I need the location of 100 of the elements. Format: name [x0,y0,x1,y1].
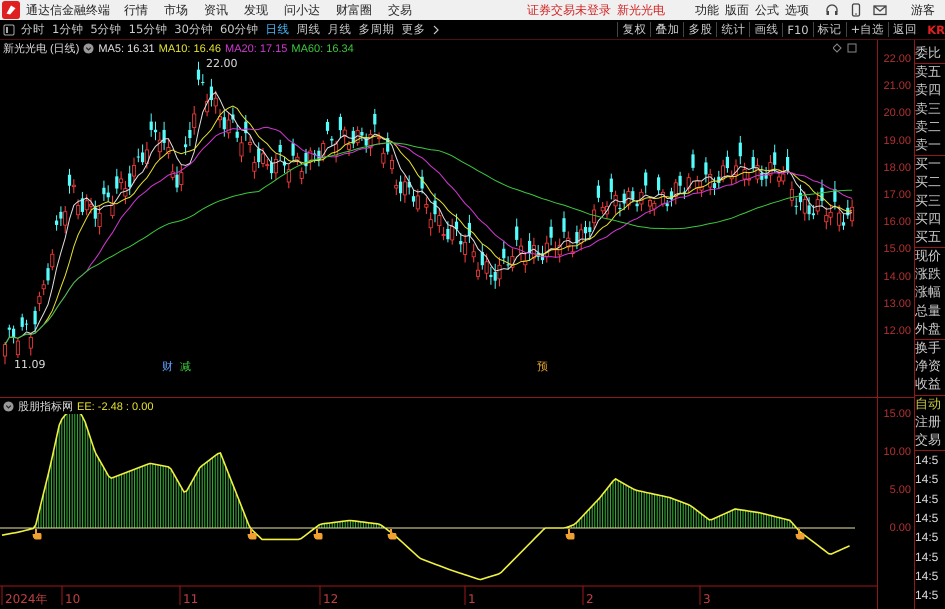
period-tab[interactable]: 多周期 [358,22,395,37]
hand-pointer-icon [565,528,575,540]
trade-time: 14:5 [915,568,940,585]
trade-time: 14:5 [915,490,940,508]
quote-field-label: 涨幅 [915,284,942,302]
quote-field-label: 买三 [915,192,942,210]
hand-pointer-icon [313,528,323,540]
hand-pointer-icon [32,528,42,540]
price-axis-label: 17.00 [883,188,912,202]
event-marker[interactable]: 预 [537,359,548,374]
ma-legend: MA10: 16.46 [158,42,222,54]
trade-time: 14:5 [915,452,940,470]
indicator-axis-label: 15.00 [883,407,912,421]
toolbar-button[interactable]: 返回 [888,22,922,37]
menu-item[interactable]: 行情 [124,2,148,18]
chart-title: 新光光电 (日线) [3,42,80,56]
indicator-axis-label: 0.00 [890,521,912,535]
more-menu[interactable]: 更多 [402,22,426,37]
period-tab[interactable]: 15分钟 [128,22,168,37]
period-tab[interactable]: 30分钟 [174,22,213,37]
quote-field-label[interactable]: 自动 [915,396,945,414]
hand-pointer-icon [247,528,257,540]
price-axis-label: 15.00 [883,242,912,256]
price-axis-label: 19.00 [883,134,912,148]
quote-field-label: 卖二 [915,118,942,137]
period-tab[interactable]: 5分钟 [90,22,122,37]
low-price-label: 11.09 [14,358,46,371]
toolbar-button[interactable]: 画线 [749,22,782,37]
price-axis-label: 18.00 [883,160,912,175]
indicator-name: 股朋指标网 [18,400,73,414]
mail-icon[interactable] [873,3,887,17]
menu-item[interactable]: 财富圈 [336,2,372,18]
quote-field-label: 买二 [915,174,942,192]
quote-field-label: 注册 [915,414,942,432]
quote-field-label: 换手 [915,340,942,358]
price-axis-label: 13.00 [883,296,912,311]
toolbar-button[interactable]: 多股 [683,22,716,37]
menu-item[interactable]: 交易 [388,2,412,18]
quote-field-label: 现价 [915,248,942,266]
hand-pointer-icon [795,528,805,540]
login-notice[interactable]: 证券交易未登录 [527,2,611,18]
toolbar-button[interactable]: 叠加 [650,22,684,37]
event-marker[interactable]: 减 [180,359,191,374]
period-tab[interactable]: 周线 [296,22,321,37]
trade-time: 14:5 [915,587,940,604]
period-tab[interactable]: 60分钟 [220,22,259,37]
menu-item[interactable]: 市场 [164,2,188,18]
toolbar-button[interactable]: F10 [782,22,813,36]
quote-field-label: 委比 [915,45,942,63]
indicator-axis-label: 5.00 [890,483,912,497]
dropdown-icon[interactable] [83,43,94,54]
menu-item[interactable]: 发现 [244,2,268,18]
price-axis-label: 20.00 [883,106,912,120]
toolbar-button[interactable]: +自选 [846,22,888,37]
phone-icon[interactable] [849,3,863,17]
logo-icon [2,1,20,19]
event-marker[interactable]: 财 [162,359,173,374]
menu-item[interactable]: 问小达 [284,2,320,18]
trade-time: 14:5 [915,510,940,528]
toolbar-button[interactable]: 复权 [617,22,650,37]
quote-field-label: 净资 [915,358,942,376]
price-axis-label: 21.00 [883,79,912,94]
app-name: 通达信金融终端 [26,2,110,18]
quote-field-label: 卖四 [915,82,942,100]
menu-item[interactable]: 版面 [725,2,749,18]
ma-legend: MA5: 16.31 [98,42,155,54]
toolbar-label[interactable]: KR [921,22,945,36]
quote-field-label: 买一 [915,156,942,174]
menu-item[interactable]: 公式 [755,2,779,18]
headset-icon[interactable] [825,3,839,17]
dropdown-icon[interactable] [3,401,14,412]
trade-time: 14:5 [915,529,940,546]
menu-item[interactable]: 资讯 [204,2,228,18]
time-axis-drawing: 2024年 10 11 12 1 2 3 [0,585,877,609]
panel-toggle-icon[interactable] [3,24,15,36]
indicator-values: EE: -2.48 : 0.00 [77,400,154,412]
period-tab[interactable]: 日线 [266,22,290,37]
stock-name: 新光光电 [617,2,665,18]
period-tab[interactable]: 1分钟 [52,22,84,37]
toolbar-button[interactable]: 标记 [812,22,846,37]
price-axis-label: 14.00 [883,270,912,284]
quote-field-label: 收益 [915,376,942,394]
price-axis-label: 12.00 [883,324,912,338]
quote-field-label: 买四 [915,210,942,229]
high-price-label: 22.00 [206,57,238,70]
chevron-right-icon[interactable] [432,24,439,34]
price-axis-label: 16.00 [883,215,912,230]
period-tab[interactable]: 月线 [328,22,352,37]
trade-time: 14:5 [915,548,940,566]
menu-item[interactable]: 功能 [695,2,719,18]
toolbar-button[interactable]: 统计 [716,22,750,37]
quote-field-label: 买五 [915,228,942,247]
ma-legend: MA20: 17.15 [225,42,288,54]
period-tab[interactable]: 分时 [21,22,45,37]
quote-field-label: 涨跌 [915,266,942,284]
window-buttons-icon[interactable] [833,43,857,53]
quote-field-label: 卖五 [915,64,942,82]
quote-field-label: 外盘 [915,320,942,339]
menu-item[interactable]: 选项 [785,2,809,18]
user-label[interactable]: 游客 [911,2,935,18]
